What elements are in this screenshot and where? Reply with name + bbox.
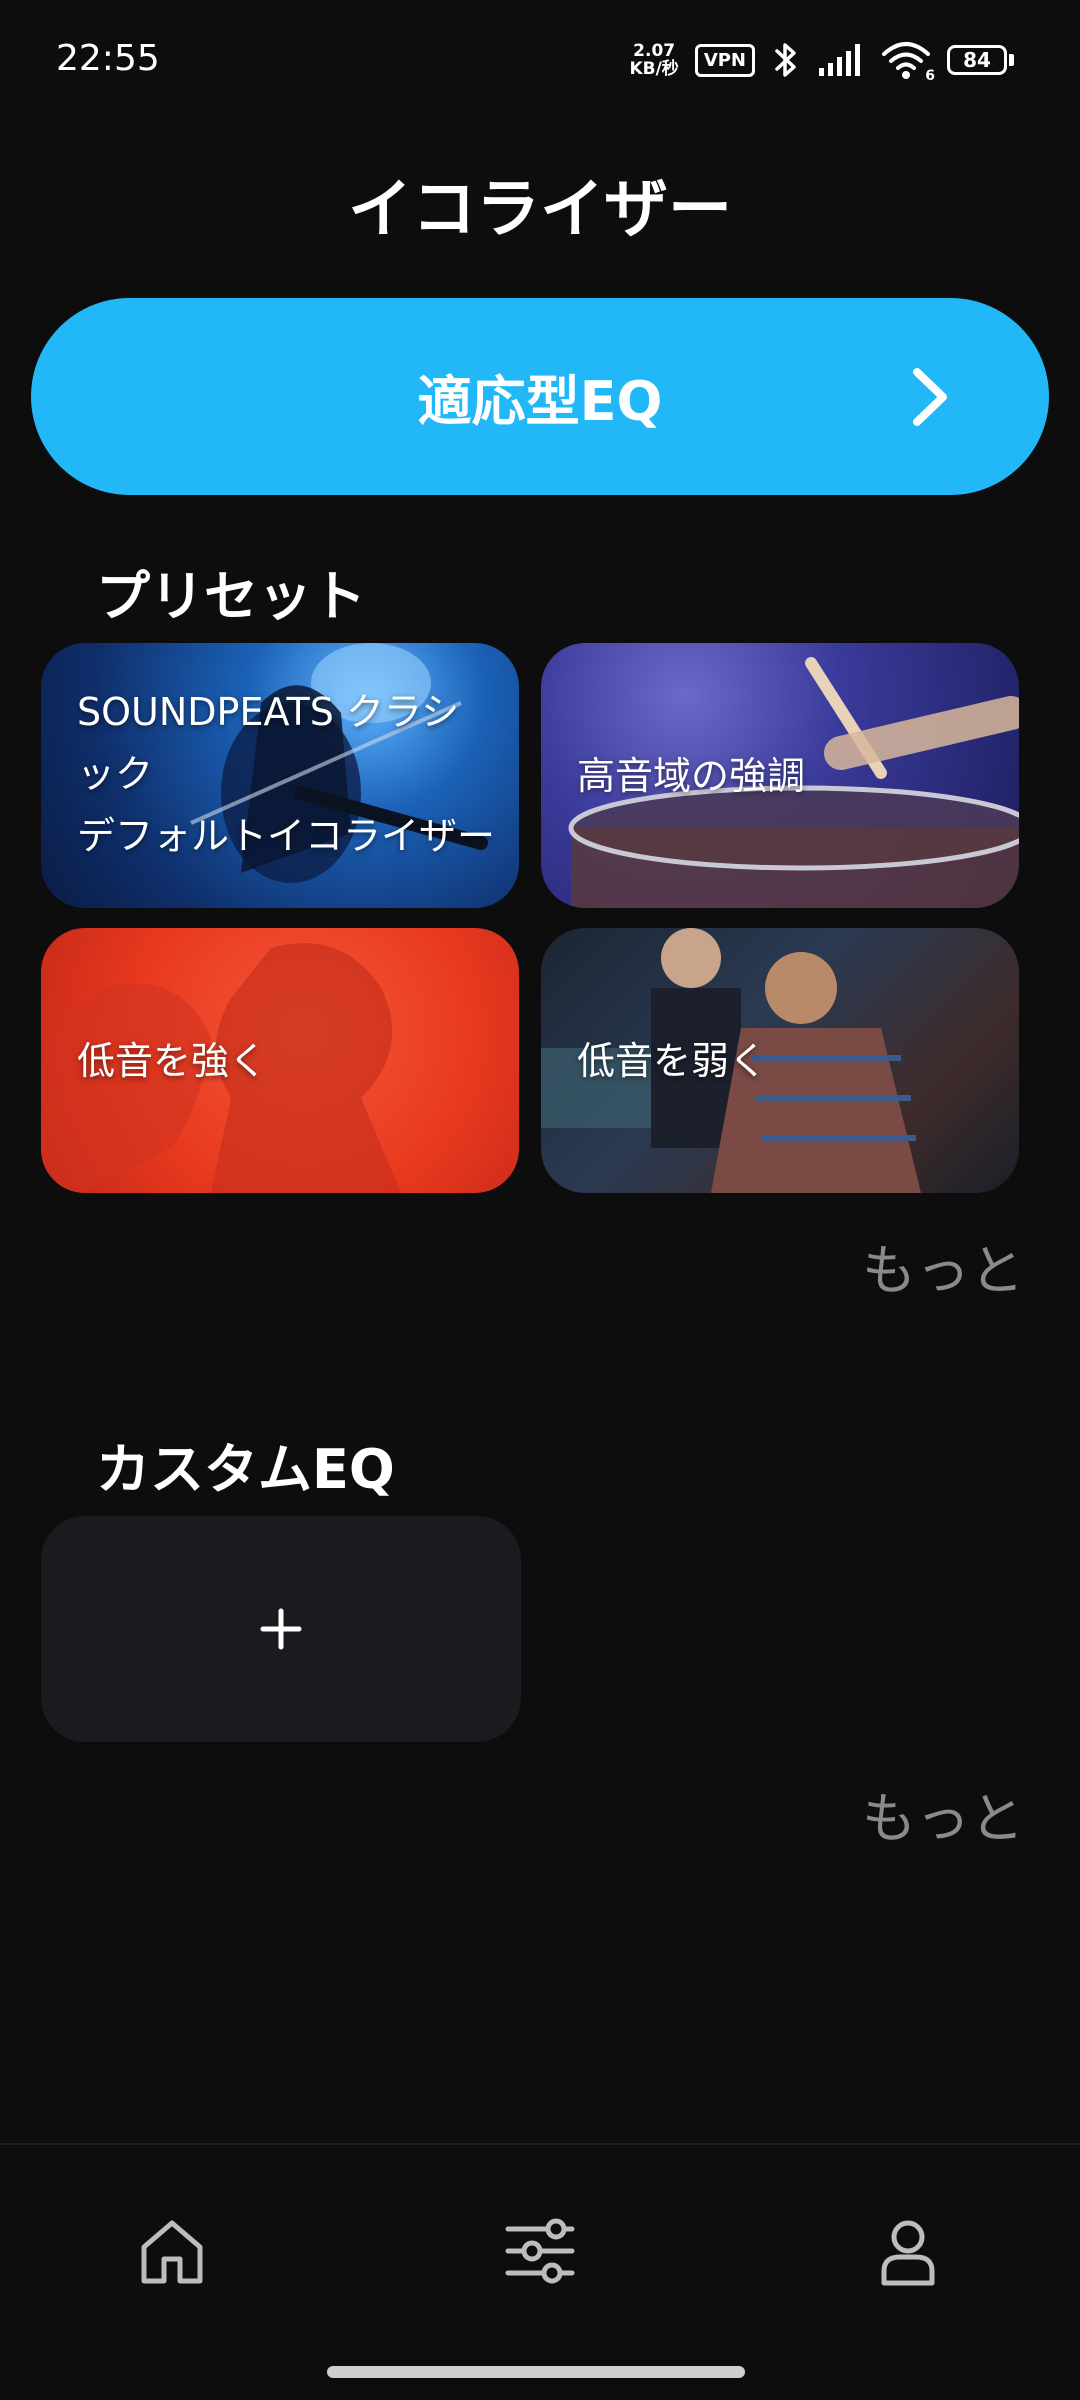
preset-subtitle: デフォルトイコライザー bbox=[77, 814, 496, 858]
equalizer-screen: 22:55 2.07 KB/秒 VPN 6 84 イコライザー 適応型EQ プリ… bbox=[0, 0, 1080, 2400]
battery-tip bbox=[1009, 54, 1014, 66]
preset-name: 低音を弱く bbox=[577, 1039, 768, 1083]
battery-level: 84 bbox=[947, 45, 1007, 75]
preset-name: 低音を強く bbox=[77, 1039, 268, 1083]
wifi-label: 6 bbox=[925, 68, 935, 84]
adaptive-eq-button[interactable]: 適応型EQ bbox=[31, 298, 1049, 495]
bluetooth-icon bbox=[775, 43, 796, 77]
home-icon bbox=[141, 2220, 203, 2284]
equalizer-icon bbox=[505, 2218, 575, 2284]
profile-icon bbox=[881, 2220, 935, 2286]
presets-title: プリセット bbox=[96, 565, 366, 628]
custom-eq-title: カスタムEQ bbox=[96, 1438, 395, 1501]
network-speed-unit: KB/秒 bbox=[629, 59, 679, 79]
preset-card-bass-reduce[interactable]: 低音を弱く bbox=[541, 928, 1019, 1193]
signal-icon bbox=[819, 44, 860, 76]
wifi-icon bbox=[882, 42, 930, 79]
add-custom-eq-button[interactable] bbox=[41, 1516, 521, 1742]
wifi-indicator: 6 bbox=[881, 40, 935, 84]
preset-card-soundpeats-classic[interactable]: SOUNDPEATS クラシック デフォルトイコライザー bbox=[41, 643, 519, 908]
preset-card-treble-boost[interactable]: 高音域の強調 bbox=[541, 643, 1019, 908]
network-speed: 2.07 KB/秒 bbox=[629, 42, 678, 78]
bottom-nav bbox=[0, 2143, 1080, 2400]
preset-name: SOUNDPEATS クラシック bbox=[77, 690, 460, 796]
battery-indicator: 84 bbox=[947, 45, 1014, 75]
home-indicator[interactable] bbox=[327, 2366, 745, 2378]
status-icons: 2.07 KB/秒 VPN 6 84 bbox=[629, 38, 1014, 84]
custom-eq-more-link[interactable]: もっと bbox=[862, 1774, 1024, 1853]
presets-more-link[interactable]: もっと bbox=[862, 1226, 1024, 1305]
chevron-right-icon bbox=[913, 368, 947, 426]
preset-name: 高音域の強調 bbox=[577, 754, 806, 798]
nav-profile[interactable] bbox=[872, 2215, 944, 2287]
nav-equalizer[interactable] bbox=[504, 2215, 576, 2287]
page-title: イコライザー bbox=[348, 173, 732, 247]
adaptive-eq-label: 適応型EQ bbox=[417, 370, 663, 433]
nav-home[interactable] bbox=[136, 2215, 208, 2287]
status-bar: 22:55 2.07 KB/秒 VPN 6 84 bbox=[0, 0, 1080, 120]
preset-card-bass-boost[interactable]: 低音を強く bbox=[41, 928, 519, 1193]
status-time: 22:55 bbox=[56, 38, 160, 79]
network-speed-value: 2.07 bbox=[633, 41, 676, 61]
plus-icon bbox=[260, 1608, 302, 1650]
vpn-badge: VPN bbox=[694, 43, 755, 77]
